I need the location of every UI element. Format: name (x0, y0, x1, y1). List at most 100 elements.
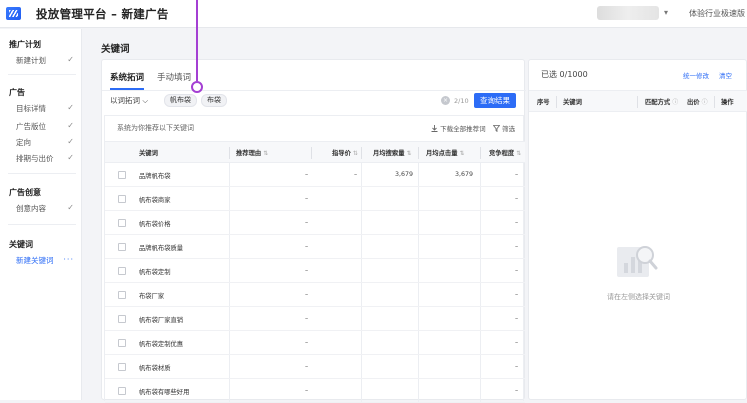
info-icon: ⓘ (701, 99, 708, 106)
download-all-button[interactable]: 下载全部推荐词 (431, 123, 486, 133)
column-header: 匹配方式 ⓘ (645, 99, 679, 106)
keyword-cell: 帆布袋材质 (139, 365, 171, 372)
recommend-table: 系统为你推荐以下关键词 下载全部推荐词 筛选 关键词 推荐理由 ⇅ 指导价 ⇅ 月均… (104, 115, 525, 403)
more-icon: ··· (63, 255, 74, 264)
user-account-name[interactable] (597, 6, 659, 20)
info-icon: ⓘ (672, 99, 679, 106)
table-row[interactable]: 帆布袋有哪些好用 – – (105, 379, 525, 403)
row-checkbox[interactable] (118, 339, 126, 347)
keyword-chip[interactable]: 帆布袋 (164, 94, 197, 107)
table-header: 关键词 推荐理由 ⇅ 指导价 ⇅ 月均搜索量 ⇅ 月均点击量 ⇅ 竞争程度 ⇅ (105, 141, 525, 163)
click-volume-cell: 3,679 (455, 171, 474, 178)
filter-label: 筛选 (502, 125, 516, 133)
table-row[interactable]: 帆布袋定制 – – (105, 259, 525, 283)
check-icon: ✓ (67, 55, 74, 64)
sort-icon: ⇅ (406, 150, 412, 157)
tab-manual-input[interactable]: 手动填词 (157, 71, 191, 83)
column-header: 序号 (537, 99, 550, 106)
top-bar: 投放管理平台 – 新建广告 ▾ 体验行业极速版 (0, 0, 747, 28)
competition-cell: – (515, 171, 519, 178)
check-icon: ✓ (67, 121, 74, 130)
page-title: 关键词 (101, 44, 130, 55)
competition-cell: – (515, 363, 519, 370)
table-row[interactable]: 品牌帆布袋质量 – – (105, 235, 525, 259)
sidebar-item-label: 创意内容 (16, 204, 46, 213)
batch-edit-link[interactable]: 统一修改 (683, 70, 709, 80)
competition-cell: – (515, 195, 519, 202)
row-checkbox[interactable] (118, 363, 126, 371)
sidebar-item-schedule-bid[interactable]: 排期与出价 ✓ (16, 153, 76, 164)
reason-cell: – (305, 243, 309, 250)
column-header: 关键词 (139, 150, 158, 157)
row-checkbox[interactable] (118, 315, 126, 323)
table-row[interactable]: 品牌帆布袋 – – 3,679 3,679 – (105, 163, 525, 187)
clear-icon[interactable]: × (441, 96, 450, 105)
competition-cell: – (515, 387, 519, 394)
column-header[interactable]: 指导价 ⇅ (332, 148, 358, 157)
sidebar-item-target-details[interactable]: 目标详情 ✓ (16, 103, 76, 114)
reason-cell: – (305, 291, 309, 298)
empty-state-icon (617, 246, 658, 277)
sidebar-item-new-keyword[interactable]: 新建关键词 ··· (16, 255, 76, 266)
check-icon: ✓ (67, 203, 74, 212)
sidebar-group-title: 广告 (9, 88, 25, 97)
divider (480, 147, 481, 159)
competition-cell: – (515, 339, 519, 346)
divider (8, 224, 76, 225)
reason-cell: – (305, 171, 309, 178)
divider (8, 173, 76, 174)
sidebar-item-creative-content[interactable]: 创意内容 ✓ (16, 203, 76, 214)
row-checkbox[interactable] (118, 243, 126, 251)
empty-state-text: 请在左侧选择关键词 (607, 293, 670, 301)
tab-system-expand[interactable]: 系统拓词 (110, 71, 144, 83)
sidebar-item-targeting[interactable]: 定向 ✓ (16, 137, 76, 148)
sidebar-group-title: 推广计划 (9, 40, 41, 49)
competition-cell: – (515, 243, 519, 250)
keyword-chip[interactable]: 布袋 (201, 94, 227, 107)
competition-cell: – (515, 291, 519, 298)
clear-all-link[interactable]: 清空 (719, 70, 732, 80)
keyword-cell: 帆布袋商家 (139, 197, 171, 204)
expand-mode-select[interactable]: 以词拓词 ⌵ (110, 95, 148, 106)
sidebar-item-ad-placement[interactable]: 广告版位 ✓ (16, 121, 76, 132)
keyword-cell: 帆布袋价格 (139, 221, 171, 228)
divider (102, 90, 526, 91)
table-row[interactable]: 帆布袋定制优惠 – – (105, 331, 525, 355)
row-checkbox[interactable] (118, 291, 126, 299)
row-checkbox[interactable] (118, 387, 126, 395)
sidebar-group-title: 关键词 (9, 240, 33, 249)
chevron-down-icon[interactable]: ▾ (664, 8, 668, 17)
row-checkbox[interactable] (118, 195, 126, 203)
column-header[interactable]: 推荐理由 ⇅ (236, 148, 268, 157)
table-row[interactable]: 帆布袋厂家直销 – – (105, 307, 525, 331)
sidebar-steps: 推广计划 新建计划 ✓ 广告 目标详情 ✓ 广告版位 ✓ 定向 ✓ 排期与出价 ✓ 广告创… (0, 29, 82, 400)
sidebar-item-label: 新建关键词 (16, 256, 54, 265)
filter-button[interactable]: 筛选 (492, 123, 516, 133)
keyword-cell: 帆布袋有哪些好用 (139, 389, 190, 396)
selected-count: 已选 0/1000 (541, 70, 588, 79)
table-row[interactable]: 帆布袋材质 – – (105, 355, 525, 379)
reason-cell: – (305, 315, 309, 322)
table-row[interactable]: 帆布袋价格 – – (105, 211, 525, 235)
row-checkbox[interactable] (118, 219, 126, 227)
check-icon: ✓ (67, 137, 74, 146)
column-header[interactable]: 竞争程度 ⇅ (489, 148, 521, 157)
column-header[interactable]: 月均点击量 ⇅ (426, 148, 465, 157)
version-label[interactable]: 体验行业极速版 (689, 8, 745, 19)
annotation-line (196, 0, 198, 81)
column-header[interactable]: 月均搜索量 ⇅ (373, 148, 412, 157)
sidebar-item-label: 目标详情 (16, 104, 46, 113)
table-row[interactable]: 布袋厂家 – – (105, 283, 525, 307)
row-checkbox[interactable] (118, 171, 126, 179)
reason-cell: – (305, 219, 309, 226)
reason-cell: – (305, 195, 309, 202)
divider (311, 147, 312, 159)
sidebar-item-new-plan[interactable]: 新建计划 ✓ (16, 55, 76, 66)
platform-logo-icon (6, 7, 21, 20)
keyword-cell: 布袋厂家 (139, 293, 165, 300)
table-row[interactable]: 帆布袋商家 – – (105, 187, 525, 211)
check-icon: ✓ (67, 153, 74, 162)
divider (556, 96, 557, 108)
row-checkbox[interactable] (118, 267, 126, 275)
query-results-button[interactable]: 查询结果 (474, 93, 516, 108)
